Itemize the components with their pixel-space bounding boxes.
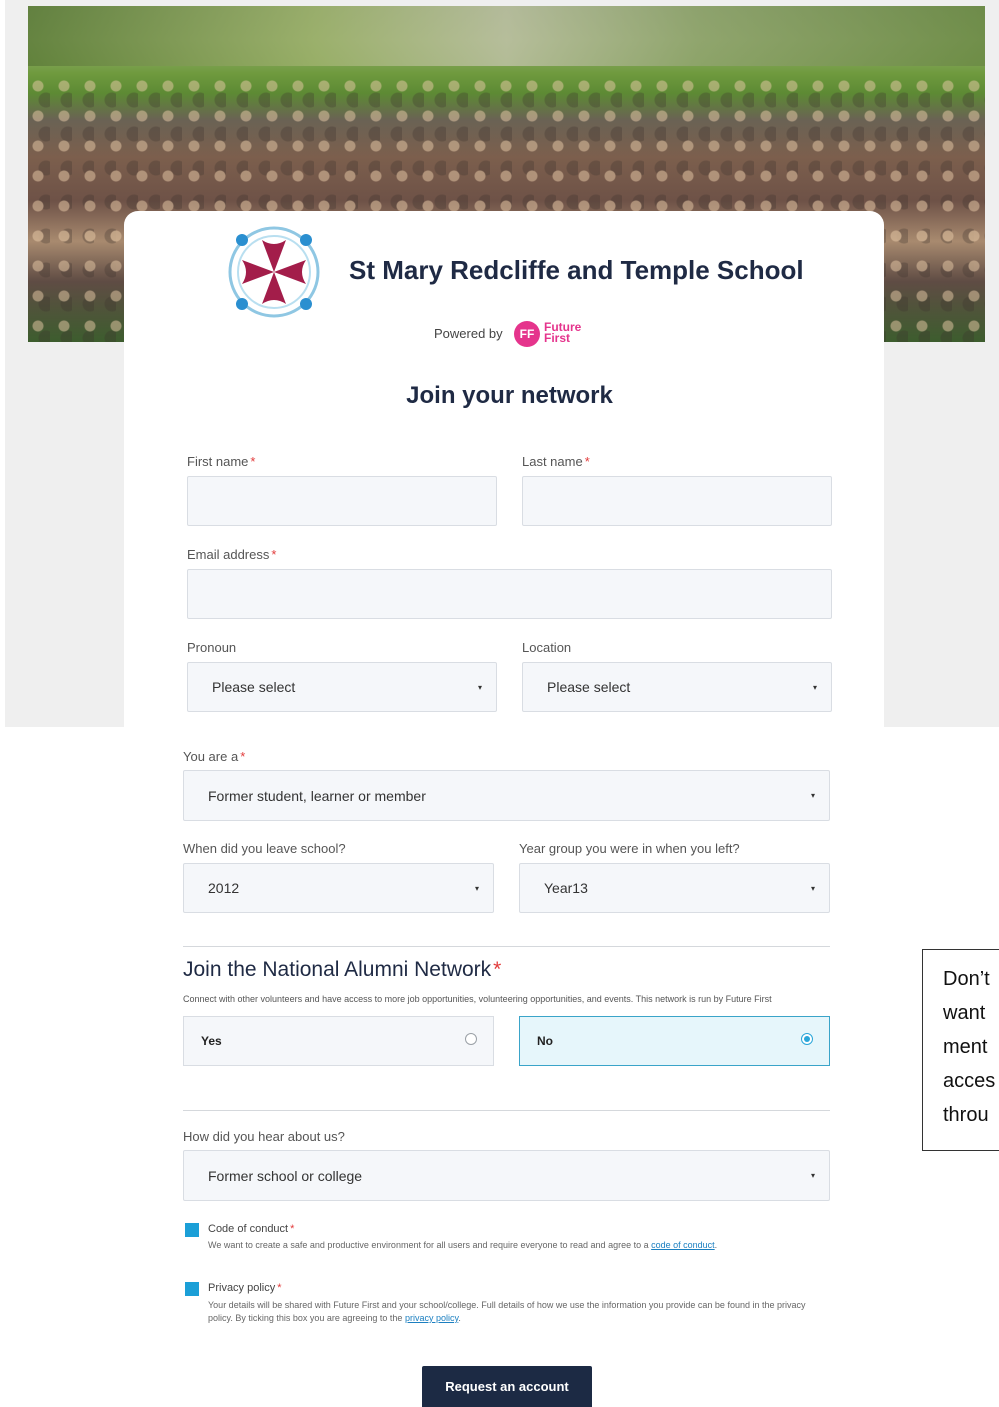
pronoun-select[interactable]: Please select ▾ bbox=[187, 662, 497, 712]
location-select[interactable]: Please select ▾ bbox=[522, 662, 832, 712]
alumni-option-yes-label: Yes bbox=[201, 1034, 222, 1048]
code-of-conduct-title: Code of conduct * bbox=[208, 1223, 294, 1235]
privacy-policy-title-text: Privacy policy bbox=[208, 1282, 276, 1294]
pronoun-selected-value: Please select bbox=[212, 679, 296, 695]
powered-by-label: Powered by bbox=[434, 326, 503, 341]
you-are-label: You are a * bbox=[183, 749, 245, 764]
location-label: Location bbox=[522, 640, 572, 655]
note-line: acces bbox=[943, 1070, 996, 1092]
required-mark: * bbox=[584, 454, 590, 469]
radio-unselected-icon bbox=[465, 1033, 477, 1045]
chevron-down-icon: ▾ bbox=[477, 682, 482, 692]
first-name-field[interactable] bbox=[187, 476, 497, 526]
page-title: Join your network bbox=[406, 382, 613, 409]
note-line: ment bbox=[943, 1036, 988, 1058]
location-selected-value: Please select bbox=[547, 679, 631, 695]
code-of-conduct-description: We want to create a safe and productive … bbox=[208, 1240, 718, 1250]
chevron-down-icon: ▾ bbox=[810, 1171, 815, 1180]
radio-selected-icon bbox=[801, 1033, 813, 1045]
year-group-select[interactable]: Year13 ▾ bbox=[519, 863, 830, 913]
email-label-text: Email address bbox=[187, 547, 270, 562]
pronoun-label: Pronoun bbox=[187, 640, 237, 655]
email-field[interactable] bbox=[187, 569, 832, 619]
annotation-note: Don’t want ment acces throu bbox=[922, 949, 999, 1151]
required-mark: * bbox=[277, 1282, 282, 1294]
hear-about-select[interactable]: Former school or college ▾ bbox=[183, 1150, 830, 1201]
year-group-selected-value: Year13 bbox=[544, 880, 588, 896]
year-group-label: Year group you were in when you left? bbox=[519, 841, 740, 856]
last-name-field[interactable] bbox=[522, 476, 832, 526]
hear-about-selected-value: Former school or college bbox=[208, 1167, 363, 1184]
future-first-logo-icon: FF bbox=[514, 321, 540, 347]
required-mark: * bbox=[493, 958, 502, 981]
section-divider bbox=[183, 1110, 830, 1111]
alumni-option-no-label: No bbox=[537, 1034, 553, 1048]
alumni-option-no[interactable]: No bbox=[519, 1016, 830, 1066]
section-divider bbox=[183, 946, 830, 947]
required-mark: * bbox=[290, 1223, 295, 1235]
alumni-option-yes[interactable]: Yes bbox=[183, 1016, 494, 1066]
chevron-down-icon: ▾ bbox=[810, 791, 815, 800]
request-account-button[interactable]: Request an account bbox=[422, 1366, 592, 1407]
privacy-policy-title: Privacy policy * bbox=[208, 1282, 282, 1294]
chevron-down-icon: ▾ bbox=[812, 682, 817, 692]
required-mark: * bbox=[240, 749, 246, 764]
privacy-policy-desc-text: Your details will be shared with Future … bbox=[208, 1300, 806, 1323]
leave-year-label: When did you leave school? bbox=[183, 841, 346, 856]
privacy-policy-checkbox[interactable] bbox=[185, 1282, 199, 1296]
chevron-down-icon: ▾ bbox=[810, 883, 815, 893]
first-name-label-text: First name bbox=[187, 454, 249, 469]
required-mark: * bbox=[250, 454, 256, 469]
note-line: want bbox=[943, 1002, 986, 1024]
hero-background-trees bbox=[28, 6, 985, 66]
leave-year-select[interactable]: 2012 ▾ bbox=[183, 863, 494, 913]
school-name: St Mary Redcliffe and Temple School bbox=[349, 255, 804, 285]
privacy-policy-description: Your details will be shared with Future … bbox=[208, 1300, 806, 1323]
last-name-label: Last name * bbox=[522, 454, 590, 469]
you-are-label-text: You are a bbox=[183, 749, 239, 764]
alumni-heading-text: Join the National Alumni Network bbox=[183, 958, 492, 981]
code-of-conduct-desc-text: We want to create a safe and productive … bbox=[208, 1240, 649, 1250]
school-logo-icon bbox=[228, 226, 320, 318]
you-are-select[interactable]: Former student, learner or member ▾ bbox=[183, 770, 830, 821]
email-label: Email address * bbox=[187, 547, 276, 562]
code-of-conduct-link[interactable]: code of conduct bbox=[651, 1240, 715, 1250]
code-of-conduct-checkbox[interactable] bbox=[185, 1223, 199, 1237]
chevron-down-icon: ▾ bbox=[474, 883, 479, 893]
required-mark: * bbox=[271, 547, 277, 562]
first-name-label: First name * bbox=[187, 454, 255, 469]
leave-year-selected-value: 2012 bbox=[208, 880, 240, 896]
hear-about-label: How did you hear about us? bbox=[183, 1129, 345, 1144]
note-line: Don’t bbox=[943, 968, 990, 990]
note-line: throu bbox=[943, 1104, 989, 1126]
brand-line2: First bbox=[544, 331, 571, 345]
alumni-heading: Join the National Alumni Network* bbox=[183, 958, 501, 982]
privacy-policy-link[interactable]: privacy policy bbox=[405, 1313, 458, 1323]
future-first-wordmark: Future First bbox=[544, 321, 581, 345]
code-of-conduct-title-text: Code of conduct bbox=[208, 1223, 289, 1235]
you-are-selected-value: Former student, learner or member bbox=[208, 787, 426, 804]
alumni-description: Connect with other volunteers and have a… bbox=[183, 994, 772, 1004]
last-name-label-text: Last name bbox=[522, 454, 583, 469]
